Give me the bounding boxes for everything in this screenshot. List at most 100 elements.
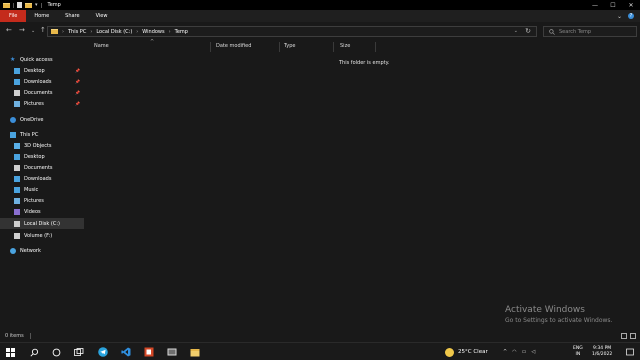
sidebar-item-network[interactable]: Network (0, 245, 84, 256)
sidebar-item-pictures[interactable]: Pictures 📌 (0, 98, 84, 109)
sidebar-item-volume-f[interactable]: Volume (F:) (0, 230, 84, 241)
sidebar-item-music[interactable]: Music (0, 184, 84, 195)
show-hidden-icons-chevron-icon[interactable]: ^ (503, 349, 507, 355)
sidebar-item-quick-access[interactable]: ★ Quick access (0, 54, 84, 65)
divider (29, 333, 31, 339)
column-name[interactable]: Name (94, 43, 109, 49)
sidebar-item-label: Music (24, 186, 39, 193)
sidebar-item-label: Downloads (24, 175, 52, 182)
desktop-folder-icon (14, 153, 20, 160)
breadcrumb-temp[interactable]: Temp (175, 29, 188, 35)
expand-ribbon-chevron-icon[interactable]: ⌄ (617, 13, 622, 20)
battery-icon[interactable]: ▭ (522, 349, 527, 355)
up-arrow-icon[interactable]: ↑ (40, 26, 46, 34)
chevron-right-icon[interactable]: › (62, 29, 64, 35)
customize-toolbar-chevron-icon[interactable]: ▾ (35, 2, 38, 8)
sidebar-item-documents[interactable]: Documents (0, 162, 84, 173)
pictures-icon (14, 197, 20, 204)
music-icon (14, 186, 20, 193)
large-icons-view-icon[interactable] (630, 333, 636, 339)
clock-date: 1/6/2022 (592, 352, 613, 357)
file-explorer-icon[interactable] (189, 346, 201, 358)
search-input[interactable] (559, 28, 629, 35)
breadcrumb-windows[interactable]: Windows (142, 29, 164, 35)
tab-home[interactable]: Home (26, 10, 57, 22)
sidebar-item-label: Downloads (24, 78, 52, 85)
address-dropdown-chevron-icon[interactable]: ⌄ (514, 28, 518, 34)
new-folder-icon[interactable] (25, 2, 32, 8)
minimize-button[interactable]: — (586, 0, 604, 10)
address-bar[interactable]: › This PC › Local Disk (C:) › Windows › … (47, 26, 537, 37)
breadcrumb-this-pc[interactable]: This PC (68, 29, 86, 35)
tab-share[interactable]: Share (57, 10, 87, 22)
sidebar-item-label: Quick access (20, 56, 53, 63)
clock[interactable]: 9:34 PM 1/6/2022 (592, 343, 612, 360)
sidebar-item-videos[interactable]: Videos (0, 206, 84, 217)
title-bar: ▾ Temp — ☐ ✕ (0, 0, 640, 10)
tab-file[interactable]: File (0, 10, 27, 22)
cloud-icon (10, 116, 16, 123)
sidebar-item-downloads[interactable]: Downloads (0, 173, 84, 184)
chevron-right-icon[interactable]: › (136, 29, 138, 35)
telegram-icon[interactable] (97, 346, 109, 358)
weather-status[interactable]: 25°C Clear (458, 349, 488, 355)
sidebar-item-downloads[interactable]: Downloads 📌 (0, 76, 84, 87)
column-divider[interactable] (210, 42, 211, 52)
taskbar: 25°C Clear ^ ◠ ▭ ◁ ENG IN 9:34 PM 1/6/20… (0, 342, 640, 360)
column-divider[interactable] (375, 42, 376, 52)
weather-sun-icon[interactable] (445, 347, 454, 357)
chevron-right-icon[interactable]: › (90, 29, 92, 35)
search-icon[interactable] (28, 346, 40, 358)
window-title: Temp (47, 2, 61, 8)
sidebar-item-3d-objects[interactable]: 3D Objects (0, 140, 84, 151)
column-size[interactable]: Size (340, 43, 350, 49)
sidebar-item-pictures[interactable]: Pictures (0, 195, 84, 206)
sidebar-item-local-disk-c[interactable]: Local Disk (C:) (0, 218, 84, 229)
sidebar-item-label: Volume (F:) (24, 232, 53, 239)
cube-icon (14, 142, 20, 149)
tab-view[interactable]: View (88, 10, 116, 22)
properties-icon[interactable] (17, 2, 22, 8)
system-tray: 25°C Clear (445, 343, 488, 360)
chevron-right-icon[interactable]: › (169, 29, 171, 35)
details-view-icon[interactable] (621, 333, 627, 339)
search-box[interactable] (543, 26, 637, 37)
language-indicator[interactable]: ENG IN (573, 343, 583, 360)
cortana-icon[interactable] (50, 346, 62, 358)
pin-icon: 📌 (75, 90, 80, 95)
search-icon (549, 28, 555, 35)
divider (40, 2, 42, 8)
window-controls: — ☐ ✕ (586, 0, 640, 10)
maximize-button[interactable]: ☐ (604, 0, 622, 10)
sidebar-item-documents[interactable]: Documents 📌 (0, 87, 84, 98)
windows-logo-icon[interactable] (4, 346, 16, 358)
quick-access-toolbar: ▾ (0, 2, 42, 8)
back-arrow-icon[interactable]: ← (6, 26, 12, 34)
column-date-modified[interactable]: Date modified (216, 43, 251, 49)
refresh-icon[interactable]: ↻ (525, 27, 531, 35)
status-bar: 0 items (0, 330, 640, 342)
column-type[interactable]: Type (284, 43, 295, 49)
notification-center-icon[interactable] (626, 343, 634, 360)
sidebar-item-onedrive[interactable]: OneDrive (0, 114, 84, 125)
sidebar-item-desktop[interactable]: Desktop 📌 (0, 65, 84, 76)
recent-locations-chevron-icon[interactable]: ⌄ (31, 28, 35, 34)
close-button[interactable]: ✕ (622, 0, 640, 10)
vscode-icon[interactable] (120, 346, 132, 358)
pictures-icon (14, 100, 20, 107)
column-divider[interactable] (333, 42, 334, 52)
volume-icon[interactable]: ◁ (531, 349, 535, 355)
task-view-icon[interactable] (73, 346, 85, 358)
sidebar-item-label: Videos (24, 208, 41, 215)
forward-arrow-icon[interactable]: → (19, 26, 25, 34)
generic-app-icon[interactable] (166, 346, 178, 358)
sidebar-item-desktop[interactable]: Desktop (0, 151, 84, 162)
column-divider[interactable] (279, 42, 280, 52)
sidebar-item-label: Desktop (24, 67, 45, 74)
breadcrumb-local-disk[interactable]: Local Disk (C:) (96, 29, 132, 35)
sidebar-item-this-pc[interactable]: This PC (0, 129, 84, 140)
network-wifi-icon[interactable]: ◠ (512, 349, 516, 355)
office-icon[interactable] (143, 346, 155, 358)
folder-icon (51, 29, 58, 34)
help-icon[interactable]: ? (628, 13, 634, 19)
